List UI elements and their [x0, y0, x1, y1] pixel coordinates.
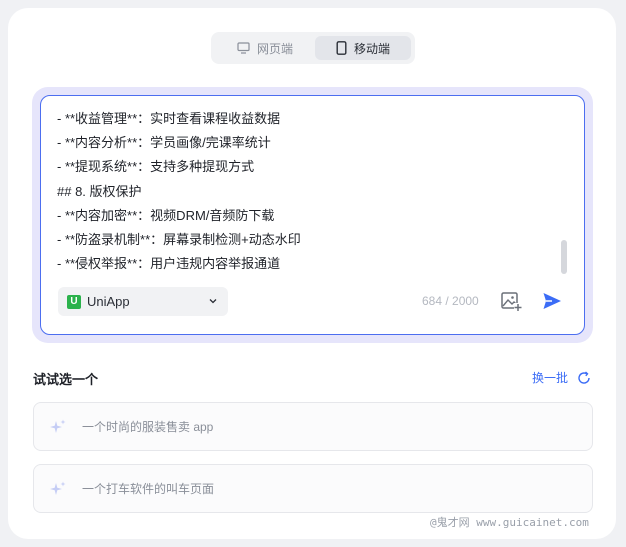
refresh-button[interactable]: 换一批	[532, 369, 591, 386]
prompt-text[interactable]: - **收益管理**：实时查看课程收益数据 - **内容分析**：学员画像/完课…	[57, 107, 557, 276]
suggestion-label: 一个时尚的服装售卖 app	[82, 420, 214, 434]
prompt-editor[interactable]: - **收益管理**：实时查看课程收益数据 - **内容分析**：学员画像/完课…	[40, 95, 585, 335]
prompt-line: - **内容分析**：学员画像/完课率统计	[57, 135, 271, 151]
tab-web-label: 网页端	[256, 41, 293, 56]
refresh-icon	[578, 370, 590, 384]
prompt-line: - **防盗录机制**：屏幕录制检测+动态水印	[57, 232, 301, 248]
tab-mobile-label: 移动端	[353, 41, 390, 56]
suggestions-title: 试试选一个	[33, 372, 99, 387]
suggestion-item[interactable]: 一个时尚的服装售卖 app	[33, 402, 593, 451]
uniapp-logo-icon: U	[67, 294, 81, 309]
char-counter: 684 / 2000	[422, 294, 479, 308]
send-icon[interactable]	[541, 290, 563, 312]
prompt-line: - **内容加密**：视频DRM/音频防下载	[57, 207, 275, 223]
suggestion-label: 一个打车软件的叫车页面	[82, 482, 215, 496]
prompt-editor-frame: - **收益管理**：实时查看课程收益数据 - **内容分析**：学员画像/完课…	[32, 87, 593, 343]
platform-toggle: 网页端 移动端	[211, 32, 415, 64]
chevron-down-icon	[209, 299, 217, 304]
prompt-line: ## 8. 版权保护	[57, 183, 142, 199]
framework-label: UniApp	[87, 294, 130, 309]
image-upload-icon[interactable]	[500, 290, 522, 312]
monitor-icon	[237, 42, 250, 54]
framework-select[interactable]: U UniApp	[58, 287, 228, 316]
prompt-line: - **收益管理**：实时查看课程收益数据	[57, 111, 281, 126]
prompt-line: - **侵权举报**：用户违规内容举报通道	[57, 256, 281, 272]
editor-scrollbar[interactable]	[561, 240, 567, 274]
suggestion-item[interactable]: 一个打车软件的叫车页面	[33, 464, 593, 513]
phone-icon	[336, 41, 347, 55]
sparkle-icon	[50, 419, 66, 433]
sparkle-icon	[50, 481, 66, 495]
tab-mobile[interactable]: 移动端	[315, 36, 411, 60]
prompt-line: - **提现系统**：支持多种提现方式	[57, 159, 255, 175]
tab-web[interactable]: 网页端	[217, 36, 313, 60]
watermark: @鬼才网 www.guicainet.com	[430, 516, 589, 529]
refresh-label: 换一批	[532, 371, 569, 385]
